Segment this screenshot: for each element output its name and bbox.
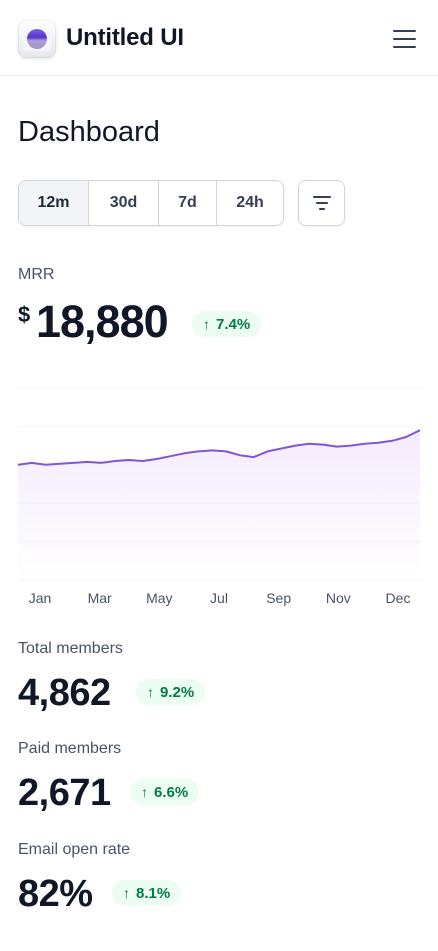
x-tick-label: Mar: [87, 590, 112, 606]
range-7d-button[interactable]: 7d: [159, 181, 217, 225]
total-members-value: 4,862: [18, 672, 111, 714]
mrr-change-badge: ↑ 7.4%: [192, 311, 262, 337]
x-tick-label: Jul: [210, 590, 228, 606]
range-24h-button[interactable]: 24h: [217, 181, 283, 225]
chart-x-axis: Jan Mar May Jul Sep Nov Dec: [18, 590, 420, 610]
range-12m-button[interactable]: 12m: [19, 181, 89, 225]
x-tick-label: Nov: [325, 590, 351, 606]
page-title: Dashboard: [18, 116, 160, 148]
email-open-rate-change-badge: ↑ 8.1%: [112, 880, 182, 906]
email-open-rate-value: 82%: [18, 873, 93, 915]
paid-members-value: 2,671: [18, 772, 111, 814]
arrow-up-icon: ↑: [123, 885, 130, 901]
mrr-change-value: 7.4%: [216, 315, 251, 333]
x-tick-label: Jan: [28, 590, 52, 606]
top-header: Untitled UI: [0, 0, 438, 76]
hamburger-menu-icon[interactable]: [390, 26, 420, 52]
mrr-chart: [18, 387, 420, 581]
time-range-selector: 12m 30d 7d 24h: [18, 180, 284, 226]
email-open-rate-change-value: 8.1%: [136, 884, 171, 902]
mrr-label: MRR: [18, 266, 55, 283]
arrow-up-icon: ↑: [203, 316, 210, 332]
range-30d-button[interactable]: 30d: [89, 181, 159, 225]
chart-area-fill: [18, 430, 420, 580]
filter-button[interactable]: [298, 180, 345, 226]
total-members-change-value: 9.2%: [160, 683, 195, 701]
paid-members-change-badge: ↑ 6.6%: [130, 779, 200, 805]
total-members-label: Total members: [18, 640, 123, 657]
x-tick-label: Sep: [266, 590, 292, 606]
x-tick-label: May: [146, 590, 173, 606]
arrow-up-icon: ↑: [147, 684, 154, 700]
total-members-change-badge: ↑ 9.2%: [136, 679, 206, 705]
x-tick-label: Dec: [385, 590, 411, 606]
mrr-currency: $: [18, 302, 31, 327]
paid-members-label: Paid members: [18, 740, 122, 757]
email-open-rate-label: Email open rate: [18, 841, 131, 858]
filter-lines-icon: [313, 196, 331, 198]
logo-orb-icon[interactable]: [18, 20, 56, 58]
arrow-up-icon: ↑: [141, 784, 148, 800]
brand-name[interactable]: Untitled UI: [66, 24, 184, 52]
mrr-value: 18,880: [36, 296, 169, 347]
paid-members-change-value: 6.6%: [154, 783, 189, 801]
